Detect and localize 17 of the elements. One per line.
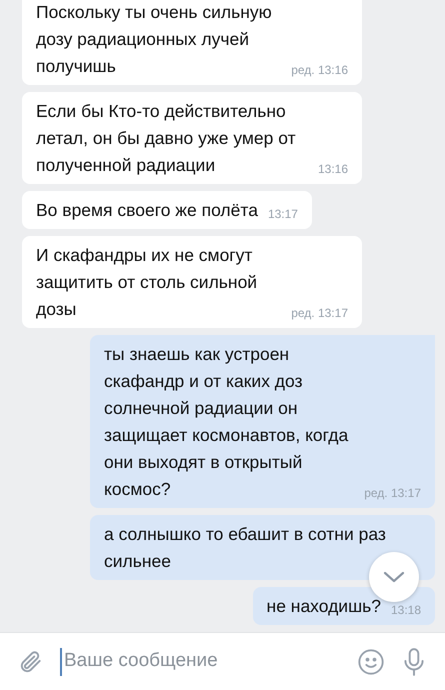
message-time: ред. 13:16 bbox=[291, 62, 348, 78]
message-text: Поскольку ты очень сильную дозу радиационных лучей получишь bbox=[36, 1, 273, 78]
message-input[interactable]: Ваше сообщение bbox=[62, 646, 341, 677]
message-text: Если бы Кто-то действительно летал, он бы давно уже умер от полученной радиации bbox=[36, 100, 297, 177]
message-time: ред. 13:17 bbox=[291, 305, 348, 321]
message-time: ред. 13:17 bbox=[364, 485, 421, 501]
emoji-icon[interactable] bbox=[357, 648, 385, 676]
message-text: ты знаешь как устроен скафандр и от каких доз солнечной радиации он защищает космонавтов, когда они выходят в открытый космос? bbox=[104, 343, 350, 501]
message-time: 13:18 bbox=[390, 602, 421, 618]
chevron-down-icon bbox=[383, 571, 405, 583]
message-time: 13:17 bbox=[268, 206, 298, 222]
message-bar[interactable]: Ваше сообщение bbox=[0, 632, 445, 690]
message-text: Во время своего же полёта bbox=[36, 199, 258, 222]
message-text: И скафандры их не смогут защитить от столь сильной дозы bbox=[36, 244, 258, 321]
message-text: а солнышко то ебашит в сотни раз сильнее bbox=[104, 523, 387, 573]
message-text: не находишь? bbox=[266, 595, 381, 618]
message-time: 13:16 bbox=[318, 161, 348, 177]
